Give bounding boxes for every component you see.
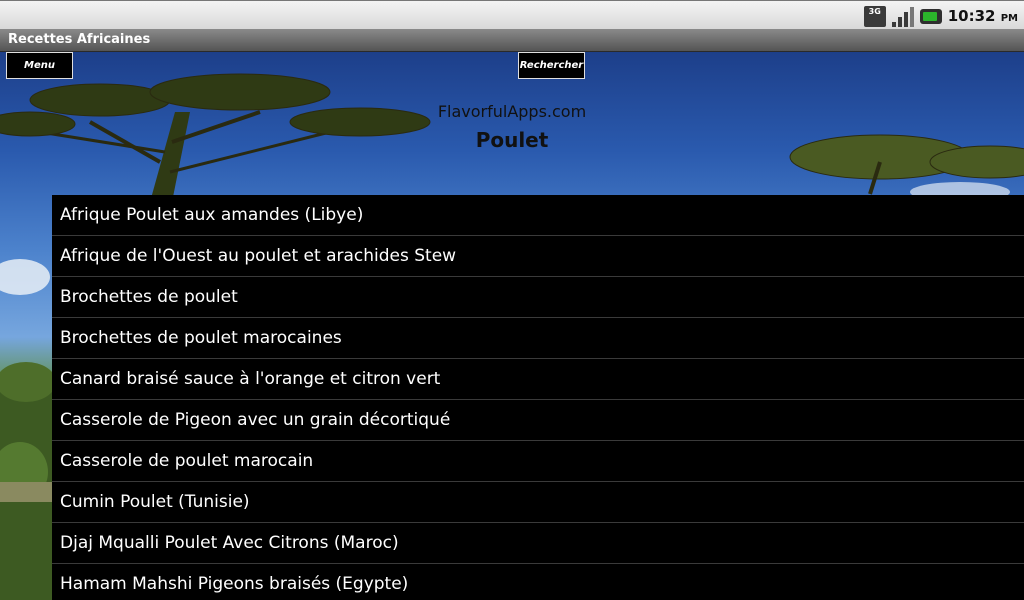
app-title: Recettes Africaines (8, 32, 151, 47)
content-area: Menu Rechercher FlavorfulApps.com Poulet… (0, 52, 1024, 600)
recipe-item[interactable]: Brochettes de poulet marocaines (52, 318, 1024, 359)
signal-strength-icon (891, 6, 914, 27)
recipe-list: Afrique Poulet aux amandes (Libye) Afriq… (52, 195, 1024, 600)
recipe-item[interactable]: Hamam Mahshi Pigeons braisés (Egypte) (52, 564, 1024, 600)
status-bar: 3G 10:32 PM (0, 0, 1024, 29)
recipe-item[interactable]: Casserole de poulet marocain (52, 441, 1024, 482)
battery-charging-icon (919, 8, 942, 24)
network-3g-icon: 3G (863, 5, 886, 27)
recipe-item[interactable]: Djaj Mqualli Poulet Avec Citrons (Maroc) (52, 523, 1024, 564)
category-title: Poulet (475, 128, 549, 152)
status-clock: 10:32 PM (948, 7, 1018, 25)
site-name: FlavorfulApps.com (437, 102, 587, 121)
app-title-bar: Recettes Africaines (0, 29, 1024, 52)
recipe-item[interactable]: Casserole de Pigeon avec un grain décort… (52, 400, 1024, 441)
recipe-item[interactable]: Afrique Poulet aux amandes (Libye) (52, 195, 1024, 236)
recipe-item[interactable]: Brochettes de poulet (52, 277, 1024, 318)
recipe-item[interactable]: Afrique de l'Ouest au poulet et arachide… (52, 236, 1024, 277)
search-button[interactable]: Rechercher (518, 52, 585, 79)
status-icons: 3G 10:32 PM (863, 4, 1018, 28)
clock-time: 10:32 (947, 7, 996, 25)
recipe-item[interactable]: Canard braisé sauce à l'orange et citron… (52, 359, 1024, 400)
recipe-item[interactable]: Cumin Poulet (Tunisie) (52, 482, 1024, 523)
clock-ampm: PM (1000, 13, 1018, 24)
menu-button[interactable]: Menu (6, 52, 73, 79)
